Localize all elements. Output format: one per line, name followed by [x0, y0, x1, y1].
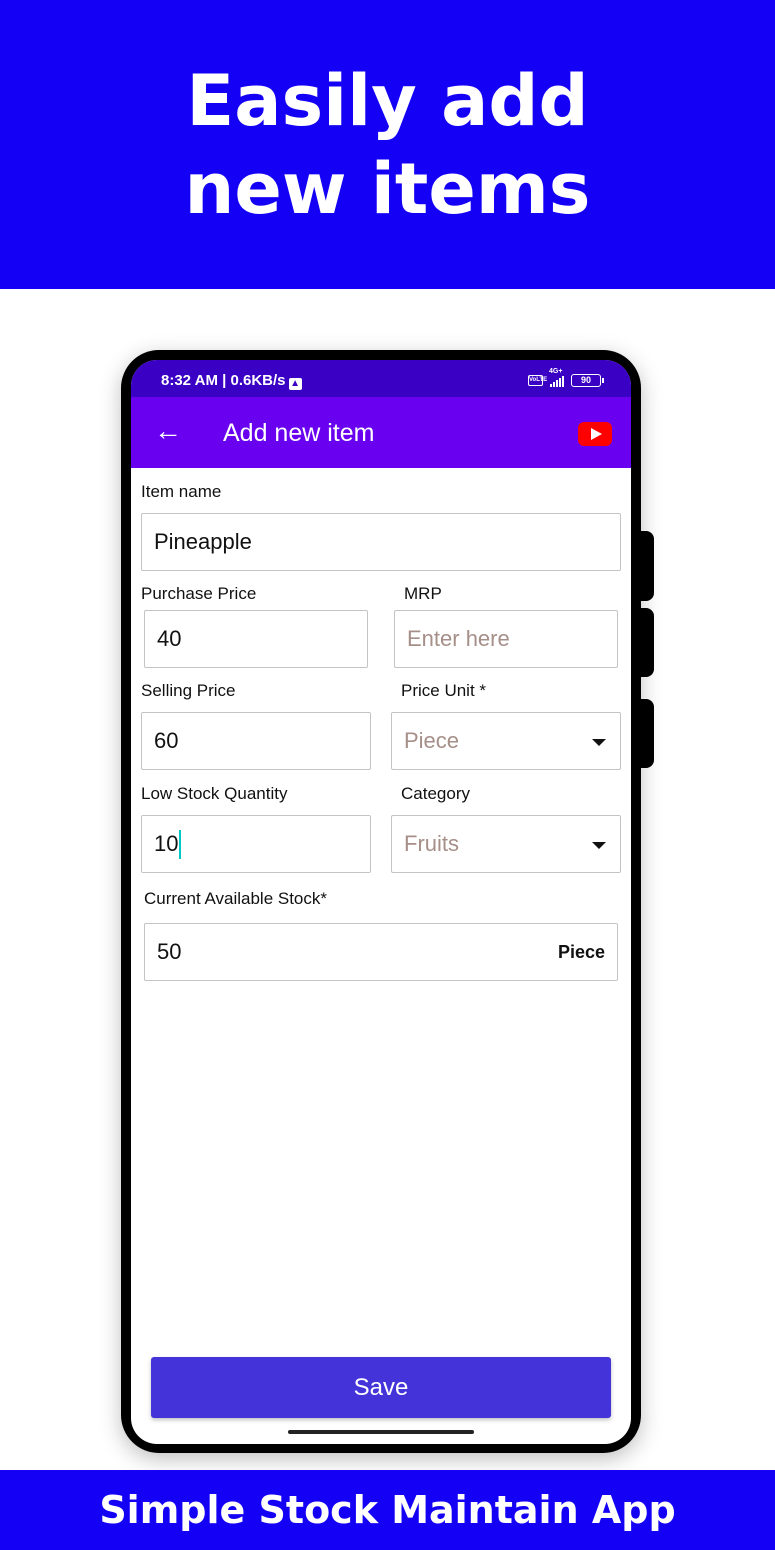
phone-side-button — [638, 699, 654, 768]
promo-footer: Simple Stock Maintain App — [0, 1470, 775, 1550]
current-stock-label: Current Available Stock* — [144, 889, 328, 908]
network-type: 4G+ — [549, 367, 563, 375]
banner-title: Easily add new items — [184, 59, 591, 230]
footer-text: Simple Stock Maintain App — [99, 1488, 676, 1532]
status-icons: VoLTE 4G+ 90 — [528, 368, 604, 387]
status-time-text: 8:32 AM | 0.6KB/s — [161, 372, 286, 389]
dropdown-caret-icon — [592, 842, 606, 849]
stock-unit-suffix: Piece — [557, 942, 605, 962]
item-name-label: Item name — [141, 482, 222, 501]
dropdown-caret-icon — [592, 739, 606, 746]
low-stock-label: Low Stock Quantity — [141, 784, 288, 803]
home-indicator — [288, 1430, 474, 1434]
price-unit-selected: Piece — [404, 728, 460, 753]
purchase-price-value: 40 — [157, 626, 182, 651]
selling-price-value: 60 — [154, 728, 179, 753]
battery-icon: 90 — [571, 374, 604, 387]
mrp-placeholder: Enter here — [407, 626, 510, 651]
text-cursor — [179, 829, 182, 859]
selling-price-input[interactable]: 60 — [141, 712, 371, 770]
app-bar: ← Add new item — [131, 397, 631, 468]
purchase-price-label: Purchase Price — [141, 584, 257, 603]
save-button[interactable]: Save — [151, 1357, 611, 1418]
category-selected: Fruits — [404, 831, 459, 856]
page-title: Add new item — [223, 419, 375, 447]
promo-banner: Easily add new items — [0, 0, 775, 289]
signal-icon: 4G+ — [549, 368, 564, 387]
category-label: Category — [401, 784, 470, 803]
mrp-input[interactable]: Enter here — [394, 610, 618, 668]
selling-price-label: Selling Price — [141, 681, 236, 700]
back-arrow-icon[interactable]: ← — [151, 411, 185, 451]
price-unit-dropdown[interactable]: Piece — [391, 712, 621, 770]
low-stock-input[interactable]: 10 — [141, 815, 371, 873]
item-name-input[interactable]: Pineapple — [141, 513, 621, 571]
purchase-price-input[interactable]: 40 — [144, 610, 368, 668]
battery-level: 90 — [580, 375, 591, 385]
status-time: 8:32 AM | 0.6KB/s ▲ — [161, 372, 302, 390]
volte-icon: VoLTE — [528, 375, 547, 386]
upload-arrow-icon: ▲ — [288, 378, 302, 390]
promo-page: Easily add new items 8:32 AM | 0.6KB/s ▲ … — [0, 0, 775, 1550]
current-stock-value: 50 — [157, 939, 182, 964]
phone-side-button — [638, 608, 654, 677]
app-screen: 8:32 AM | 0.6KB/s ▲ VoLTE 4G+ 90 ← Add ne… — [131, 360, 631, 1444]
current-stock-input[interactable]: 50 Piece — [144, 923, 618, 981]
category-dropdown[interactable]: Fruits — [391, 815, 621, 873]
status-bar: 8:32 AM | 0.6KB/s ▲ VoLTE 4G+ 90 — [131, 360, 631, 398]
price-unit-label: Price Unit * — [401, 681, 487, 700]
low-stock-value: 10 — [154, 831, 179, 856]
phone-side-button — [638, 531, 654, 601]
item-name-value: Pineapple — [154, 529, 252, 554]
youtube-icon[interactable] — [578, 422, 612, 446]
mrp-label: MRP — [404, 584, 442, 603]
